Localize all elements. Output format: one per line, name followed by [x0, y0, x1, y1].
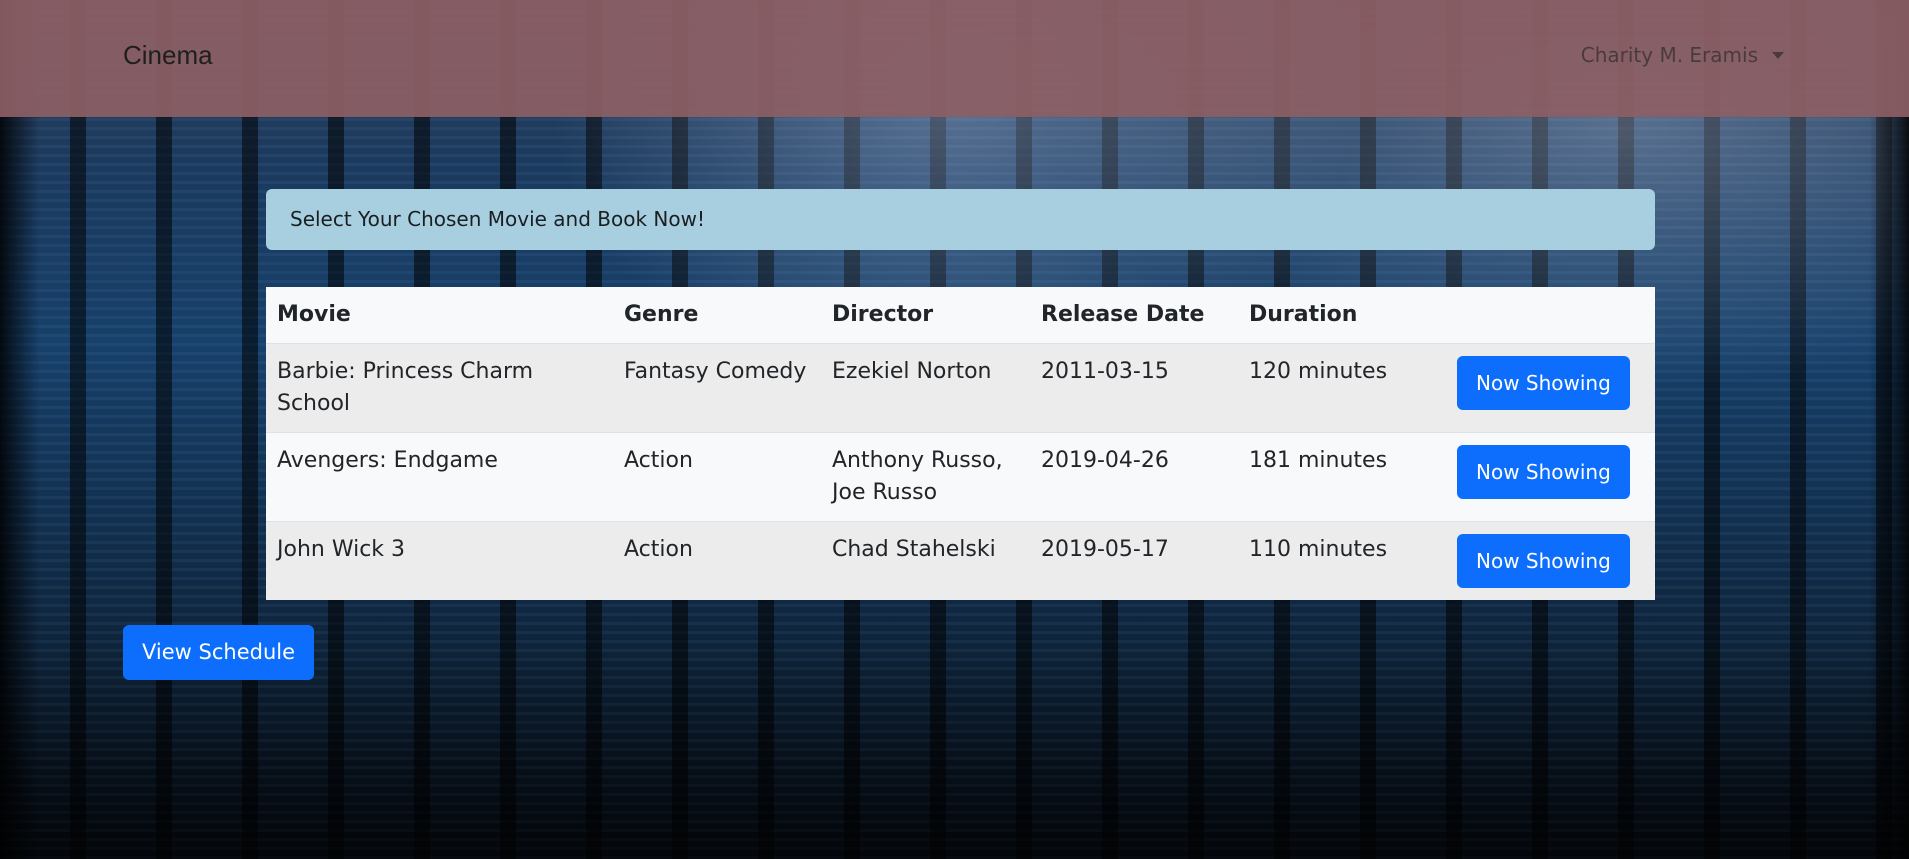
cell-movie: Avengers: Endgame: [266, 431, 613, 521]
cell-genre: Fantasy Comedy: [613, 342, 821, 432]
header-movie: Movie: [266, 287, 613, 343]
table-row: Avengers: Endgame Action Anthony Russo, …: [266, 431, 1655, 521]
alert-message: Select Your Chosen Movie and Book Now!: [290, 207, 705, 231]
cell-duration: 120 minutes: [1238, 342, 1446, 432]
now-showing-button[interactable]: Now Showing: [1457, 355, 1630, 410]
table-row: Barbie: Princess Charm School Fantasy Co…: [266, 342, 1655, 432]
cell-movie: John Wick 3: [266, 520, 613, 600]
now-showing-button[interactable]: Now Showing: [1457, 444, 1630, 499]
top-navbar: Cinema Charity M. Eramis: [0, 0, 1909, 117]
cell-duration: 110 minutes: [1238, 520, 1446, 600]
header-genre: Genre: [613, 287, 821, 343]
user-menu-dropdown[interactable]: Charity M. Eramis: [1581, 43, 1784, 67]
header-duration: Duration: [1238, 287, 1446, 343]
cell-action: Now Showing: [1446, 342, 1655, 432]
cell-duration: 181 minutes: [1238, 431, 1446, 521]
movie-table: Movie Genre Director Release Date Durati…: [266, 287, 1655, 600]
header-director: Director: [821, 287, 1030, 343]
cell-action: Now Showing: [1446, 431, 1655, 521]
table-header-row: Movie Genre Director Release Date Durati…: [266, 287, 1655, 343]
cell-action: Now Showing: [1446, 520, 1655, 600]
user-name: Charity M. Eramis: [1580, 43, 1758, 67]
brand-logo-link[interactable]: Cinema: [123, 40, 213, 71]
cell-release-date: 2011-03-15: [1030, 342, 1238, 432]
cell-director: Ezekiel Norton: [821, 342, 1030, 432]
info-alert: Select Your Chosen Movie and Book Now!: [266, 189, 1655, 250]
view-schedule-button[interactable]: View Schedule: [123, 625, 315, 680]
caret-down-icon: [1772, 51, 1784, 59]
header-release-date: Release Date: [1030, 287, 1238, 343]
cell-director: Anthony Russo, Joe Russo: [821, 431, 1030, 521]
cell-genre: Action: [613, 520, 821, 600]
cell-movie: Barbie: Princess Charm School: [266, 342, 613, 432]
cell-genre: Action: [613, 431, 821, 521]
cell-release-date: 2019-05-17: [1030, 520, 1238, 600]
cell-director: Chad Stahelski: [821, 520, 1030, 600]
header-action: [1446, 287, 1655, 343]
cell-release-date: 2019-04-26: [1030, 431, 1238, 521]
now-showing-button[interactable]: Now Showing: [1457, 533, 1630, 588]
table-row: John Wick 3 Action Chad Stahelski 2019-0…: [266, 520, 1655, 600]
